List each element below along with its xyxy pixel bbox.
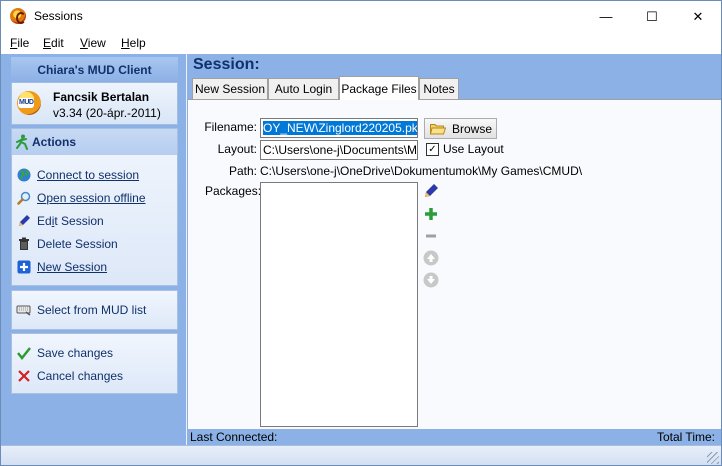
add-package-button[interactable]	[423, 206, 439, 222]
plus-icon	[16, 259, 32, 275]
move-up-button[interactable]	[423, 250, 439, 266]
cmud-app-icon	[10, 8, 26, 24]
resize-grip-icon[interactable]	[707, 452, 719, 464]
layout-field[interactable]: C:\Users\one-j\Documents\M	[260, 140, 418, 160]
edit-session-link[interactable]: Edit Session	[16, 212, 104, 230]
path-value: C:\Users\one-j\OneDrive\Dokumentumok\My …	[260, 164, 583, 178]
red-x-icon	[16, 368, 32, 384]
packages-list[interactable]	[260, 182, 418, 427]
trash-icon	[16, 236, 32, 252]
actions-group: Actions Connect to session Open session …	[11, 128, 178, 286]
green-plus-icon	[425, 208, 437, 220]
connect-to-session-link[interactable]: Connect to session	[16, 166, 139, 184]
bottom-status-bar	[1, 445, 721, 465]
menu-file[interactable]: File	[10, 36, 29, 50]
user-box: Fancsik Bertalan v3.34 (20-ápr.-2011)	[11, 82, 178, 125]
browse-button[interactable]: Browse	[424, 118, 497, 139]
close-button[interactable]: ✕	[675, 1, 721, 32]
user-name: Fancsik Bertalan	[53, 90, 150, 104]
menu-view[interactable]: View	[80, 36, 106, 50]
client-title: Chiara's MUD Client	[11, 57, 178, 82]
session-heading: Session:	[193, 56, 260, 73]
checkmark-icon	[16, 345, 32, 361]
new-session-link[interactable]: New Session	[16, 258, 107, 276]
last-connected-label: Last Connected:	[190, 430, 278, 444]
cancel-changes-link[interactable]: Cancel changes	[16, 367, 123, 385]
menu-bar: File Edit View Help	[1, 32, 721, 54]
magnifier-icon	[16, 190, 32, 206]
total-time-label: Total Time:	[656, 430, 715, 444]
use-layout-checkbox[interactable]: ✓ Use Layout	[426, 142, 504, 156]
remove-package-button[interactable]	[423, 228, 439, 244]
changes-group: Save changes Cancel changes	[11, 333, 178, 394]
window-title: Sessions	[34, 9, 83, 23]
open-session-offline-link[interactable]: Open session offline	[16, 189, 146, 207]
select-from-mud-list-link[interactable]: Select from MUD list	[16, 301, 146, 319]
session-status-bar: Last Connected: Total Time:	[188, 429, 721, 445]
checkbox-check-icon: ✓	[426, 142, 439, 156]
minus-icon	[426, 234, 436, 238]
mud-logo-icon	[17, 91, 41, 115]
menu-edit[interactable]: Edit	[43, 36, 64, 50]
packages-label: Packages:	[205, 184, 262, 198]
path-label: Path:	[228, 164, 257, 178]
pen-icon	[425, 184, 438, 197]
running-man-icon	[16, 134, 28, 150]
tab-notes[interactable]: Notes	[419, 78, 459, 99]
tab-package-files[interactable]: Package Files	[339, 76, 419, 100]
move-down-button[interactable]	[423, 272, 439, 288]
arrow-up-icon	[423, 250, 439, 266]
arrow-down-icon	[423, 272, 439, 288]
keyboard-icon	[16, 302, 32, 318]
layout-label: Layout:	[217, 142, 257, 156]
sessions-window: Sessions — ☐ ✕ File Edit View Help Chiar…	[0, 0, 722, 466]
folder-icon	[430, 123, 446, 134]
mud-list-group: Select from MUD list	[11, 290, 178, 330]
actions-title: Actions	[32, 135, 77, 149]
tab-new-session[interactable]: New Session	[192, 78, 268, 99]
maximize-button[interactable]: ☐	[629, 1, 675, 32]
filename-field[interactable]: OY_NEW\Zinglord220205.pkg	[260, 118, 418, 138]
minimize-button[interactable]: —	[583, 1, 629, 32]
title-bar: Sessions — ☐ ✕	[1, 1, 721, 32]
tab-auto-login[interactable]: Auto Login	[268, 78, 339, 99]
filename-label: Filename:	[204, 120, 257, 134]
client-version: v3.34 (20-ápr.-2011)	[53, 106, 161, 120]
delete-session-link[interactable]: Delete Session	[16, 235, 118, 253]
menu-help[interactable]: Help	[121, 36, 146, 50]
globe-icon	[16, 167, 32, 183]
edit-package-button[interactable]	[423, 183, 439, 199]
actions-header: Actions	[12, 129, 177, 155]
save-changes-link[interactable]: Save changes	[16, 344, 113, 362]
pen-icon	[16, 213, 32, 229]
